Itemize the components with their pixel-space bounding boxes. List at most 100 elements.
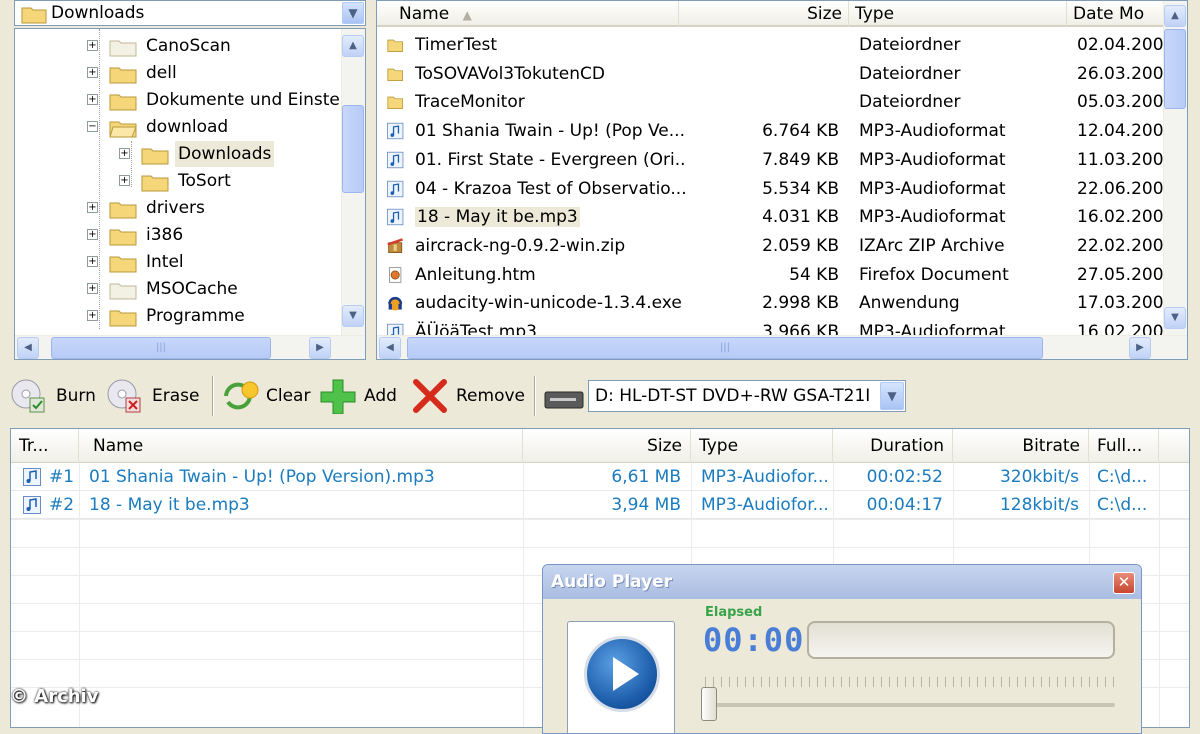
erase-button[interactable]: Erase (106, 378, 206, 414)
expand-icon[interactable]: + (87, 67, 98, 78)
folder-tree[interactable]: + CanoScan + dell + Dokumente und Einste… (14, 28, 366, 360)
zip-archive-icon (387, 238, 403, 253)
file-row[interactable]: 01 Shania Twain - Up! (Pop Ve... 6.764 KB… (377, 117, 1165, 145)
column-header-type[interactable]: Type (691, 429, 833, 463)
scroll-up-icon[interactable]: ▲ (1164, 5, 1186, 27)
file-name: aircrack-ng-0.9.2-win.zip (415, 235, 626, 256)
file-type: Anwendung (859, 293, 960, 314)
elapsed-time-display: 00:00 (703, 621, 805, 659)
file-list-header: Name ▲ Size Type Date Mo (377, 1, 1167, 27)
file-row[interactable]: aircrack-ng-0.9.2-win.zip 2.059 KB IZArc Z… (377, 232, 1165, 260)
expand-icon[interactable]: + (87, 94, 98, 105)
burn-disc-icon (11, 379, 45, 413)
expand-icon[interactable]: + (87, 202, 98, 213)
column-header-size[interactable]: Size (679, 1, 849, 27)
file-row[interactable]: Anleitung.htm 54 KB Firefox Document 27.05.… (377, 261, 1165, 289)
file-name: 18 - May it be.mp3 (415, 207, 580, 228)
scroll-down-icon[interactable]: ▼ (1164, 307, 1186, 329)
file-size: 2.059 KB (762, 235, 839, 256)
file-type: Firefox Document (859, 264, 1009, 285)
file-name: TimerTest (415, 35, 498, 55)
chevron-down-icon[interactable]: ▼ (880, 382, 904, 410)
file-type: IZArc ZIP Archive (859, 235, 1005, 256)
file-row[interactable]: TimerTest Dateiordner 02.04.200 (377, 31, 1165, 59)
scroll-thumb[interactable] (342, 105, 364, 193)
file-row[interactable]: 04 - Krazoa Test of Observatio... 5.534 K… (377, 175, 1165, 203)
audio-player-window: Audio Player ✕ Elapsed 00:00 (542, 564, 1142, 734)
scroll-thumb[interactable]: ||| (51, 337, 271, 359)
scroll-right-icon[interactable]: ▶ (1129, 337, 1151, 359)
file-date: 26.03.200 (1077, 63, 1163, 84)
expand-icon[interactable]: + (87, 310, 98, 321)
file-list-horizontal-scrollbar[interactable]: ◀ ||| ▶ (377, 335, 1187, 359)
file-row[interactable]: ToSOVAVol3TokutenCD Dateiordner 26.03.200 (377, 60, 1165, 88)
folder-combo[interactable]: Downloads ▼ (14, 0, 366, 26)
file-row[interactable]: TraceMonitor Dateiordner 05.03.200 (377, 88, 1165, 116)
chevron-down-icon[interactable]: ▼ (342, 2, 364, 24)
play-button[interactable] (584, 636, 660, 712)
scroll-down-icon[interactable]: ▼ (342, 305, 364, 327)
file-list-vertical-scrollbar[interactable]: ▲ ▼ (1163, 1, 1187, 335)
file-type: Dateiordner (859, 63, 961, 84)
folder-icon (109, 94, 137, 111)
column-header-name[interactable]: Name ▲ (377, 1, 679, 27)
music-note-icon (387, 180, 404, 197)
position-slider-thumb[interactable] (701, 687, 717, 721)
collapse-icon[interactable]: − (87, 121, 98, 132)
tree-vertical-scrollbar[interactable]: ▲ ▼ (341, 29, 365, 335)
position-slider-track[interactable] (705, 703, 1115, 707)
tree-horizontal-scrollbar[interactable]: ◀ ||| ▶ (15, 335, 365, 359)
scroll-right-icon[interactable]: ▶ (309, 337, 331, 359)
column-header-duration[interactable]: Duration (833, 429, 953, 463)
music-note-icon (387, 209, 404, 226)
music-note-icon (387, 151, 404, 168)
folder-icon (21, 7, 47, 24)
file-type: MP3-Audioformat (859, 178, 1006, 199)
column-header-date[interactable]: Date Mo (1067, 1, 1167, 27)
folder-icon (109, 283, 137, 300)
play-button-frame (567, 621, 675, 733)
folder-icon (109, 229, 137, 246)
column-header-full-path[interactable]: Full... (1089, 429, 1159, 463)
scroll-up-icon[interactable]: ▲ (342, 35, 364, 57)
expand-icon[interactable]: + (87, 229, 98, 240)
expand-icon[interactable]: + (119, 148, 130, 159)
file-row[interactable]: audacity-win-unicode-1.3.4.exe 2.998 KB An… (377, 289, 1165, 317)
toolbar: Burn Erase Clear Add Remove D: HL-DT-ST … (0, 370, 1200, 424)
add-button[interactable]: Add (318, 378, 402, 415)
scroll-thumb[interactable] (1164, 29, 1186, 109)
file-list[interactable]: Name ▲ Size Type Date Mo TimerTest Dateio… (376, 0, 1188, 360)
burn-list-row[interactable]: #1 01 Shania Twain - Up! (Pop Version).m… (11, 463, 1189, 491)
column-header-type[interactable]: Type (849, 1, 1067, 27)
burn-list-row[interactable]: #2 18 - May it be.mp3 3,94 MB MP3-Audiof… (11, 491, 1189, 519)
file-size: 54 KB (789, 264, 839, 285)
file-name: Anleitung.htm (415, 264, 536, 285)
burn-button[interactable]: Burn (10, 378, 100, 414)
clear-button[interactable]: Clear (220, 378, 312, 414)
column-header-name[interactable]: Name (79, 429, 523, 463)
file-row[interactable]: 18 - May it be.mp3 4.031 KB MP3-Audioforma… (377, 203, 1165, 231)
expand-icon[interactable]: + (87, 40, 98, 51)
audacity-app-icon (388, 297, 403, 311)
file-row[interactable]: 01. First State - Evergreen (Ori... 7.849… (377, 146, 1165, 174)
audio-player-titlebar[interactable]: Audio Player ✕ (543, 565, 1141, 599)
expand-icon[interactable]: + (87, 283, 98, 294)
expand-icon[interactable]: + (119, 175, 130, 186)
scroll-left-icon[interactable]: ◀ (17, 337, 39, 359)
close-icon[interactable]: ✕ (1113, 572, 1135, 594)
folder-icon (141, 148, 169, 165)
drive-select[interactable]: D: HL-DT-ST DVD+-RW GSA-T21I ▼ (588, 380, 906, 412)
file-name: TraceMonitor (415, 92, 525, 113)
file-date: 17.03.200 (1077, 293, 1163, 314)
column-header-bitrate[interactable]: Bitrate (953, 429, 1089, 463)
column-header-size[interactable]: Size (523, 429, 691, 463)
remove-button[interactable]: Remove (410, 378, 528, 414)
file-size: 5.534 KB (762, 178, 839, 199)
scroll-left-icon[interactable]: ◀ (379, 337, 401, 359)
scroll-thumb[interactable]: ||| (407, 337, 1043, 359)
file-date: 22.02.200 (1077, 235, 1163, 256)
open-folder-icon (109, 121, 137, 138)
column-header-track[interactable]: Tr... (11, 429, 79, 463)
folder-combo-value: Downloads (51, 3, 145, 23)
expand-icon[interactable]: + (87, 256, 98, 267)
